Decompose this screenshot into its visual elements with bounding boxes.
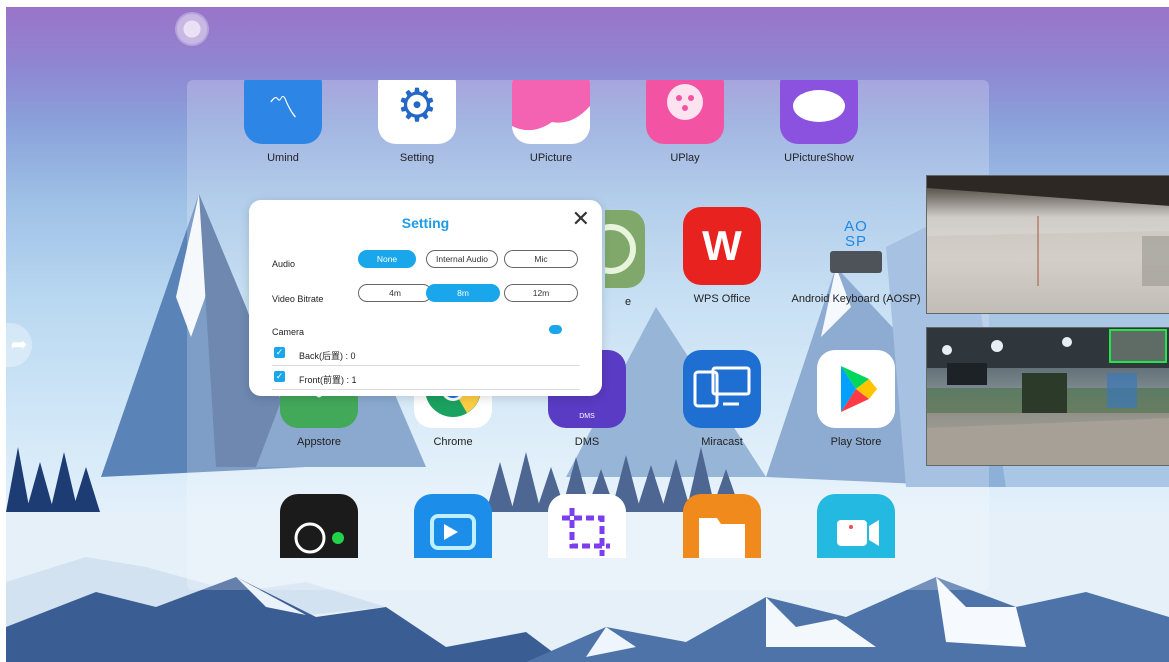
divider bbox=[272, 365, 580, 366]
front-camera-checkbox[interactable]: ✓ bbox=[274, 371, 285, 382]
bitrate-option-8m[interactable]: 8m bbox=[426, 284, 500, 302]
audio-option-none[interactable]: None bbox=[358, 250, 416, 268]
app-crop[interactable] bbox=[527, 494, 647, 558]
setting-dialog: Setting ✕ Audio None Internal Audio Mic … bbox=[249, 200, 602, 396]
video-bitrate-label: Video Bitrate bbox=[272, 294, 324, 304]
bitrate-option-12m[interactable]: 12m bbox=[504, 284, 578, 302]
app-miracast[interactable]: Miracast bbox=[662, 350, 782, 448]
camera-label: Camera bbox=[272, 327, 305, 337]
audio-option-mic[interactable]: Mic bbox=[504, 250, 578, 268]
app-camera[interactable] bbox=[259, 494, 379, 558]
app-label: DMS bbox=[574, 436, 600, 448]
divider bbox=[272, 389, 580, 390]
app-files[interactable] bbox=[662, 494, 782, 558]
umind-icon: 〽 bbox=[244, 80, 322, 144]
app-label: UPicture bbox=[529, 152, 573, 164]
camera-preview-front[interactable] bbox=[926, 327, 1169, 466]
app-label: UPlay bbox=[670, 152, 700, 164]
play-store-icon bbox=[817, 350, 895, 428]
gear-icon: ⚙ bbox=[378, 80, 456, 144]
front-camera-label: Front(前置) : 1 bbox=[299, 375, 357, 385]
app-video-call[interactable] bbox=[796, 494, 916, 558]
keyboard-icon: AO SP bbox=[817, 207, 895, 285]
app-label: Setting bbox=[399, 152, 435, 164]
audio-label: Audio bbox=[272, 259, 296, 269]
app-wps-office[interactable]: W WPS Office bbox=[662, 207, 782, 305]
back-camera-checkbox[interactable]: ✓ bbox=[274, 347, 285, 358]
app-android-keyboard[interactable]: AO SP Android Keyboard (AOSP) bbox=[786, 207, 926, 305]
desktop: ➦ 〽 Umind ⚙ Setting UPicture UPlay UPict… bbox=[6, 7, 1169, 662]
audio-option-internal[interactable]: Internal Audio bbox=[426, 250, 498, 268]
wps-office-icon: W bbox=[683, 207, 761, 285]
dialog-title: Setting bbox=[401, 215, 450, 231]
close-icon[interactable]: ✕ bbox=[572, 206, 590, 232]
app-label: Android Keyboard (AOSP) bbox=[791, 293, 921, 305]
folder-icon bbox=[683, 494, 761, 558]
upictureshow-icon bbox=[780, 80, 858, 144]
app-label: UPictureShow bbox=[784, 152, 854, 164]
back-camera-label: Back(后置) : 0 bbox=[299, 351, 356, 361]
app-uplay[interactable]: UPlay bbox=[625, 80, 745, 164]
uplay-icon bbox=[646, 80, 724, 144]
app-play-store[interactable]: Play Store bbox=[796, 350, 916, 448]
app-label: Chrome bbox=[433, 436, 473, 448]
bitrate-option-4m[interactable]: 4m bbox=[358, 284, 432, 302]
app-umind[interactable]: 〽 Umind bbox=[223, 80, 343, 164]
app-label: Play Store bbox=[830, 436, 882, 448]
floating-assistant-ball[interactable] bbox=[175, 12, 209, 46]
screen-recorder-icon bbox=[414, 494, 492, 558]
app-label: Miracast bbox=[701, 436, 743, 448]
app-upictureshow[interactable]: UPictureShow bbox=[759, 80, 879, 164]
app-label: WPS Office bbox=[693, 293, 751, 305]
camera-toggle[interactable] bbox=[549, 325, 562, 334]
camera-preview-back[interactable] bbox=[926, 175, 1169, 314]
crop-icon bbox=[548, 494, 626, 558]
upicture-icon bbox=[512, 80, 590, 144]
app-label: Appstore bbox=[296, 436, 342, 448]
camera-app-icon bbox=[280, 494, 358, 558]
partial-app-icon bbox=[605, 210, 645, 288]
back-camera-feed bbox=[927, 176, 1169, 313]
app-setting[interactable]: ⚙ Setting bbox=[357, 80, 477, 164]
app-label: Umind bbox=[267, 152, 299, 164]
app-screen-recorder[interactable] bbox=[393, 494, 513, 558]
front-camera-feed bbox=[927, 328, 1169, 465]
miracast-icon bbox=[683, 350, 761, 428]
app-upicture[interactable]: UPicture bbox=[491, 80, 611, 164]
video-call-icon bbox=[817, 494, 895, 558]
